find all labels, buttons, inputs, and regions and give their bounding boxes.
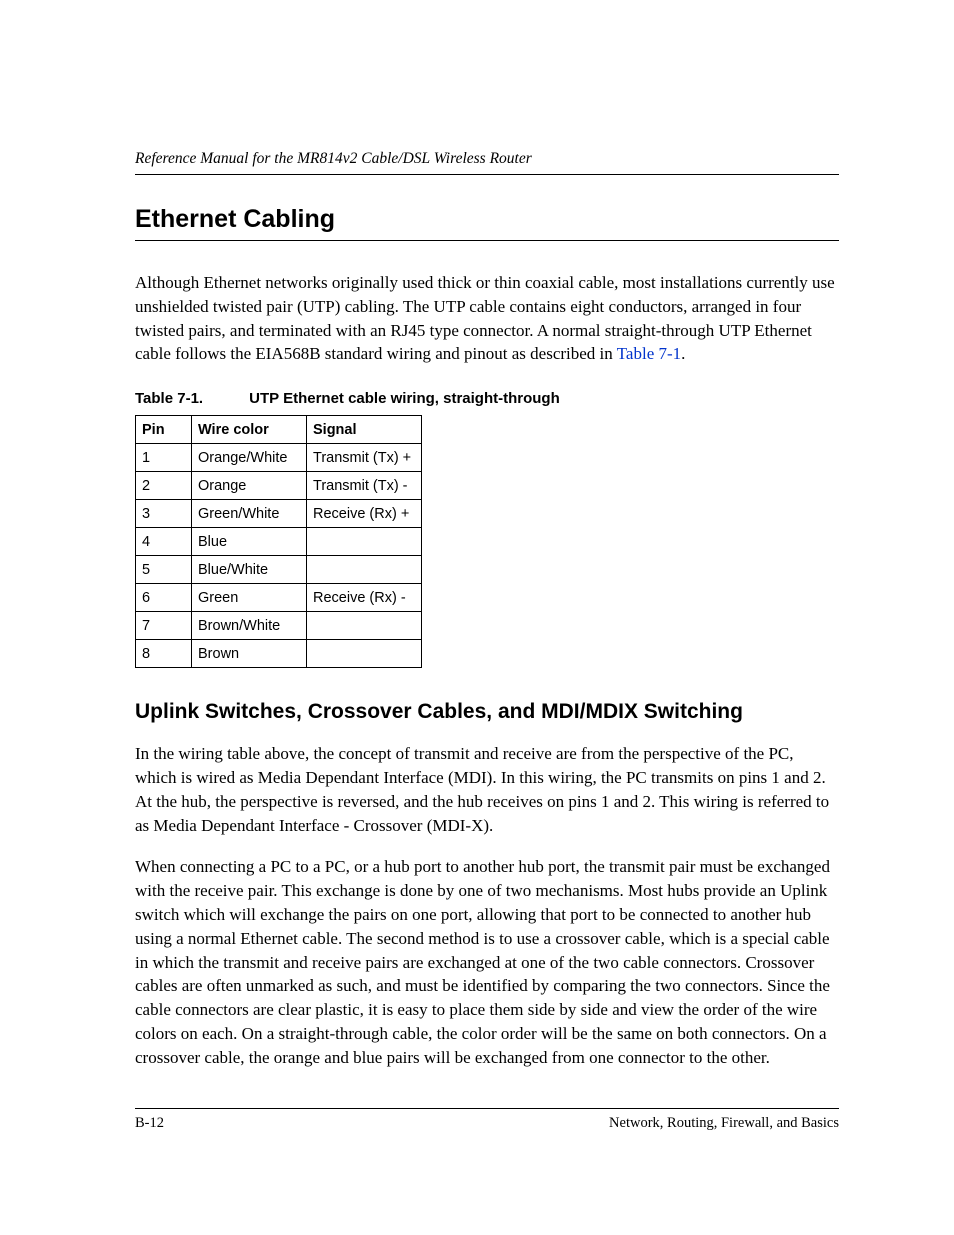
cell-signal	[307, 528, 422, 556]
table-row: 8 Brown	[136, 640, 422, 668]
cell-color: Green	[192, 584, 307, 612]
table-row: 4 Blue	[136, 528, 422, 556]
cell-pin: 3	[136, 500, 192, 528]
col-header-signal: Signal	[307, 416, 422, 444]
table-caption-title: UTP Ethernet cable wiring, straight-thro…	[249, 390, 560, 407]
section-title: Ethernet Cabling	[135, 205, 839, 241]
cell-pin: 5	[136, 556, 192, 584]
cell-signal	[307, 640, 422, 668]
cell-pin: 1	[136, 444, 192, 472]
cell-pin: 7	[136, 612, 192, 640]
col-header-color: Wire color	[192, 416, 307, 444]
col-header-pin: Pin	[136, 416, 192, 444]
table-row: 1 Orange/White Transmit (Tx) +	[136, 444, 422, 472]
cell-color: Brown	[192, 640, 307, 668]
cell-color: Orange	[192, 472, 307, 500]
table-caption: Table 7-1. UTP Ethernet cable wiring, st…	[135, 390, 839, 407]
wiring-table: Pin Wire color Signal 1 Orange/White Tra…	[135, 415, 422, 668]
intro-text-pre: Although Ethernet networks originally us…	[135, 273, 835, 363]
cell-color: Blue	[192, 528, 307, 556]
cell-pin: 8	[136, 640, 192, 668]
table-row: 5 Blue/White	[136, 556, 422, 584]
running-header: Reference Manual for the MR814v2 Cable/D…	[135, 150, 839, 175]
cell-signal: Transmit (Tx) +	[307, 444, 422, 472]
table-header-row: Pin Wire color Signal	[136, 416, 422, 444]
cell-color: Orange/White	[192, 444, 307, 472]
page: Reference Manual for the MR814v2 Cable/D…	[0, 0, 954, 1212]
page-footer: B-12 Network, Routing, Firewall, and Bas…	[135, 1108, 839, 1132]
cell-color: Blue/White	[192, 556, 307, 584]
subsection-title: Uplink Switches, Crossover Cables, and M…	[135, 700, 839, 724]
intro-text-post: .	[681, 344, 685, 363]
table-row: 2 Orange Transmit (Tx) -	[136, 472, 422, 500]
subsection-paragraph-1: In the wiring table above, the concept o…	[135, 742, 839, 837]
cell-pin: 2	[136, 472, 192, 500]
cell-signal: Receive (Rx) -	[307, 584, 422, 612]
cell-pin: 6	[136, 584, 192, 612]
table-reference-link[interactable]: Table 7-1	[617, 344, 681, 363]
intro-paragraph: Although Ethernet networks originally us…	[135, 271, 839, 366]
footer-page-number: B-12	[135, 1115, 164, 1132]
cell-signal	[307, 556, 422, 584]
subsection-paragraph-2: When connecting a PC to a PC, or a hub p…	[135, 855, 839, 1069]
table-row: 3 Green/White Receive (Rx) +	[136, 500, 422, 528]
footer-section-label: Network, Routing, Firewall, and Basics	[609, 1115, 839, 1132]
cell-color: Green/White	[192, 500, 307, 528]
table-caption-number: Table 7-1.	[135, 390, 245, 407]
cell-signal	[307, 612, 422, 640]
cell-signal: Transmit (Tx) -	[307, 472, 422, 500]
table-row: 6 Green Receive (Rx) -	[136, 584, 422, 612]
cell-pin: 4	[136, 528, 192, 556]
table-row: 7 Brown/White	[136, 612, 422, 640]
cell-signal: Receive (Rx) +	[307, 500, 422, 528]
cell-color: Brown/White	[192, 612, 307, 640]
